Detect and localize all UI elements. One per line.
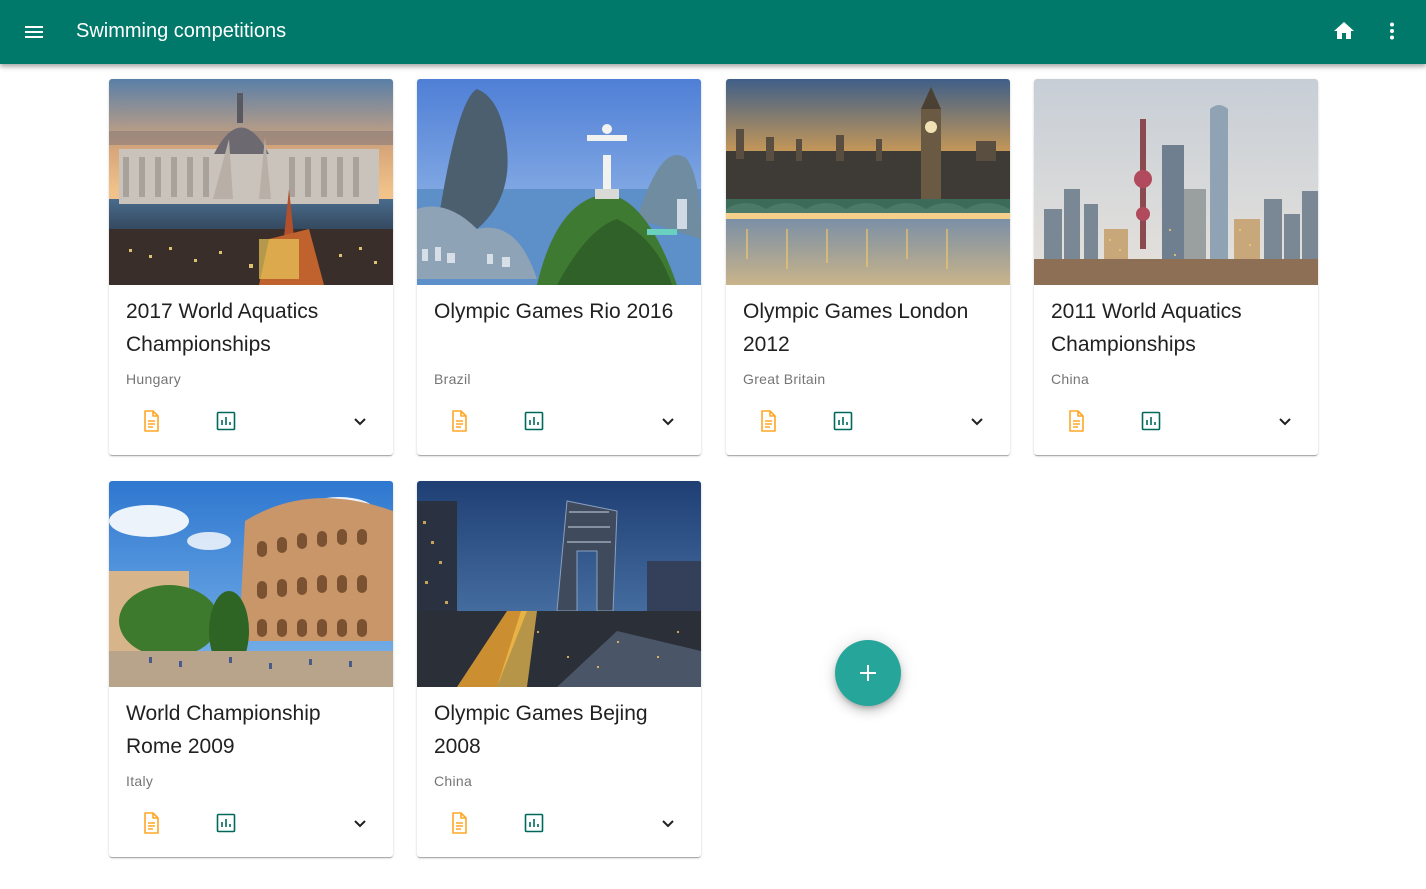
- expand-more-icon: [354, 820, 366, 828]
- menu-icon: [25, 26, 43, 38]
- competition-card[interactable]: Olympic Games Rio 2016 Brazil: [417, 79, 701, 455]
- expand-more-icon: [662, 418, 674, 426]
- card-image-rome: [109, 481, 393, 687]
- card-title: Olympic Games Bejing 2008: [434, 702, 648, 758]
- description-icon: [1069, 410, 1084, 432]
- statistics-button[interactable]: [514, 803, 554, 843]
- description-icon: [144, 410, 159, 432]
- competition-card[interactable]: Olympic Games Bejing 2008 China: [417, 481, 701, 857]
- description-icon: [452, 410, 467, 432]
- home-button[interactable]: [1326, 13, 1362, 49]
- card-actions: [1034, 401, 1318, 441]
- statistics-button[interactable]: [206, 401, 246, 441]
- card-title: World Championship Rome 2009: [126, 702, 321, 758]
- competition-card[interactable]: Olympic Games London 2012 Great Britain: [726, 79, 1010, 455]
- card-image-shanghai: [1034, 79, 1318, 285]
- bar-chart-icon: [1141, 411, 1161, 431]
- card-country: Great Britain: [743, 371, 826, 387]
- more-options-button[interactable]: [1374, 13, 1410, 49]
- statistics-button[interactable]: [514, 401, 554, 441]
- card-actions: [417, 803, 701, 843]
- documents-button[interactable]: [748, 401, 788, 441]
- card-country: China: [434, 773, 473, 789]
- documents-button[interactable]: [439, 401, 479, 441]
- card-title: Olympic Games London 2012: [743, 300, 969, 356]
- card-title: 2017 World Aquatics Championships: [126, 300, 319, 356]
- expand-button[interactable]: [1265, 401, 1305, 441]
- documents-button[interactable]: [1056, 401, 1096, 441]
- card-actions: [109, 803, 393, 843]
- competition-card[interactable]: World Championship Rome 2009 Italy: [109, 481, 393, 857]
- bar-chart-icon: [216, 411, 236, 431]
- documents-button[interactable]: [131, 803, 171, 843]
- expand-button[interactable]: [340, 803, 380, 843]
- documents-button[interactable]: [439, 803, 479, 843]
- app-bar: Swimming competitions: [0, 0, 1426, 64]
- add-competition-button[interactable]: [835, 640, 901, 706]
- competition-card[interactable]: 2011 World Aquatics Championships China: [1034, 79, 1318, 455]
- app-title: Swimming competitions: [76, 20, 287, 42]
- description-icon: [761, 410, 776, 432]
- bar-chart-icon: [524, 411, 544, 431]
- card-country: China: [1051, 371, 1090, 387]
- expand-button[interactable]: [648, 401, 688, 441]
- expand-button[interactable]: [340, 401, 380, 441]
- competition-card[interactable]: 2017 World Aquatics Championships Hungar…: [109, 79, 393, 455]
- home-icon: [1334, 22, 1354, 39]
- bar-chart-icon: [833, 411, 853, 431]
- card-country: Hungary: [126, 371, 182, 387]
- card-image-rio: [417, 79, 701, 285]
- statistics-button[interactable]: [823, 401, 863, 441]
- card-image-beijing: [417, 481, 701, 687]
- expand-more-icon: [1279, 418, 1291, 426]
- statistics-button[interactable]: [206, 803, 246, 843]
- menu-button[interactable]: [16, 14, 52, 50]
- add-icon: [860, 665, 876, 681]
- card-title: 2011 World Aquatics Championships: [1051, 300, 1242, 356]
- more-vert-icon: [1390, 22, 1394, 40]
- card-title: Olympic Games Rio 2016: [434, 300, 674, 323]
- card-image-london: [726, 79, 1010, 285]
- card-country: Brazil: [434, 371, 471, 387]
- bar-chart-icon: [216, 813, 236, 833]
- statistics-button[interactable]: [1131, 401, 1171, 441]
- card-image-budapest: [109, 79, 393, 285]
- expand-more-icon: [971, 418, 983, 426]
- card-actions: [417, 401, 701, 441]
- description-icon: [452, 812, 467, 834]
- card-actions: [109, 401, 393, 441]
- card-country: Italy: [126, 773, 154, 789]
- card-actions: [726, 401, 1010, 441]
- bar-chart-icon: [524, 813, 544, 833]
- expand-button[interactable]: [648, 803, 688, 843]
- description-icon: [144, 812, 159, 834]
- expand-more-icon: [662, 820, 674, 828]
- documents-button[interactable]: [131, 401, 171, 441]
- expand-more-icon: [354, 418, 366, 426]
- expand-button[interactable]: [957, 401, 997, 441]
